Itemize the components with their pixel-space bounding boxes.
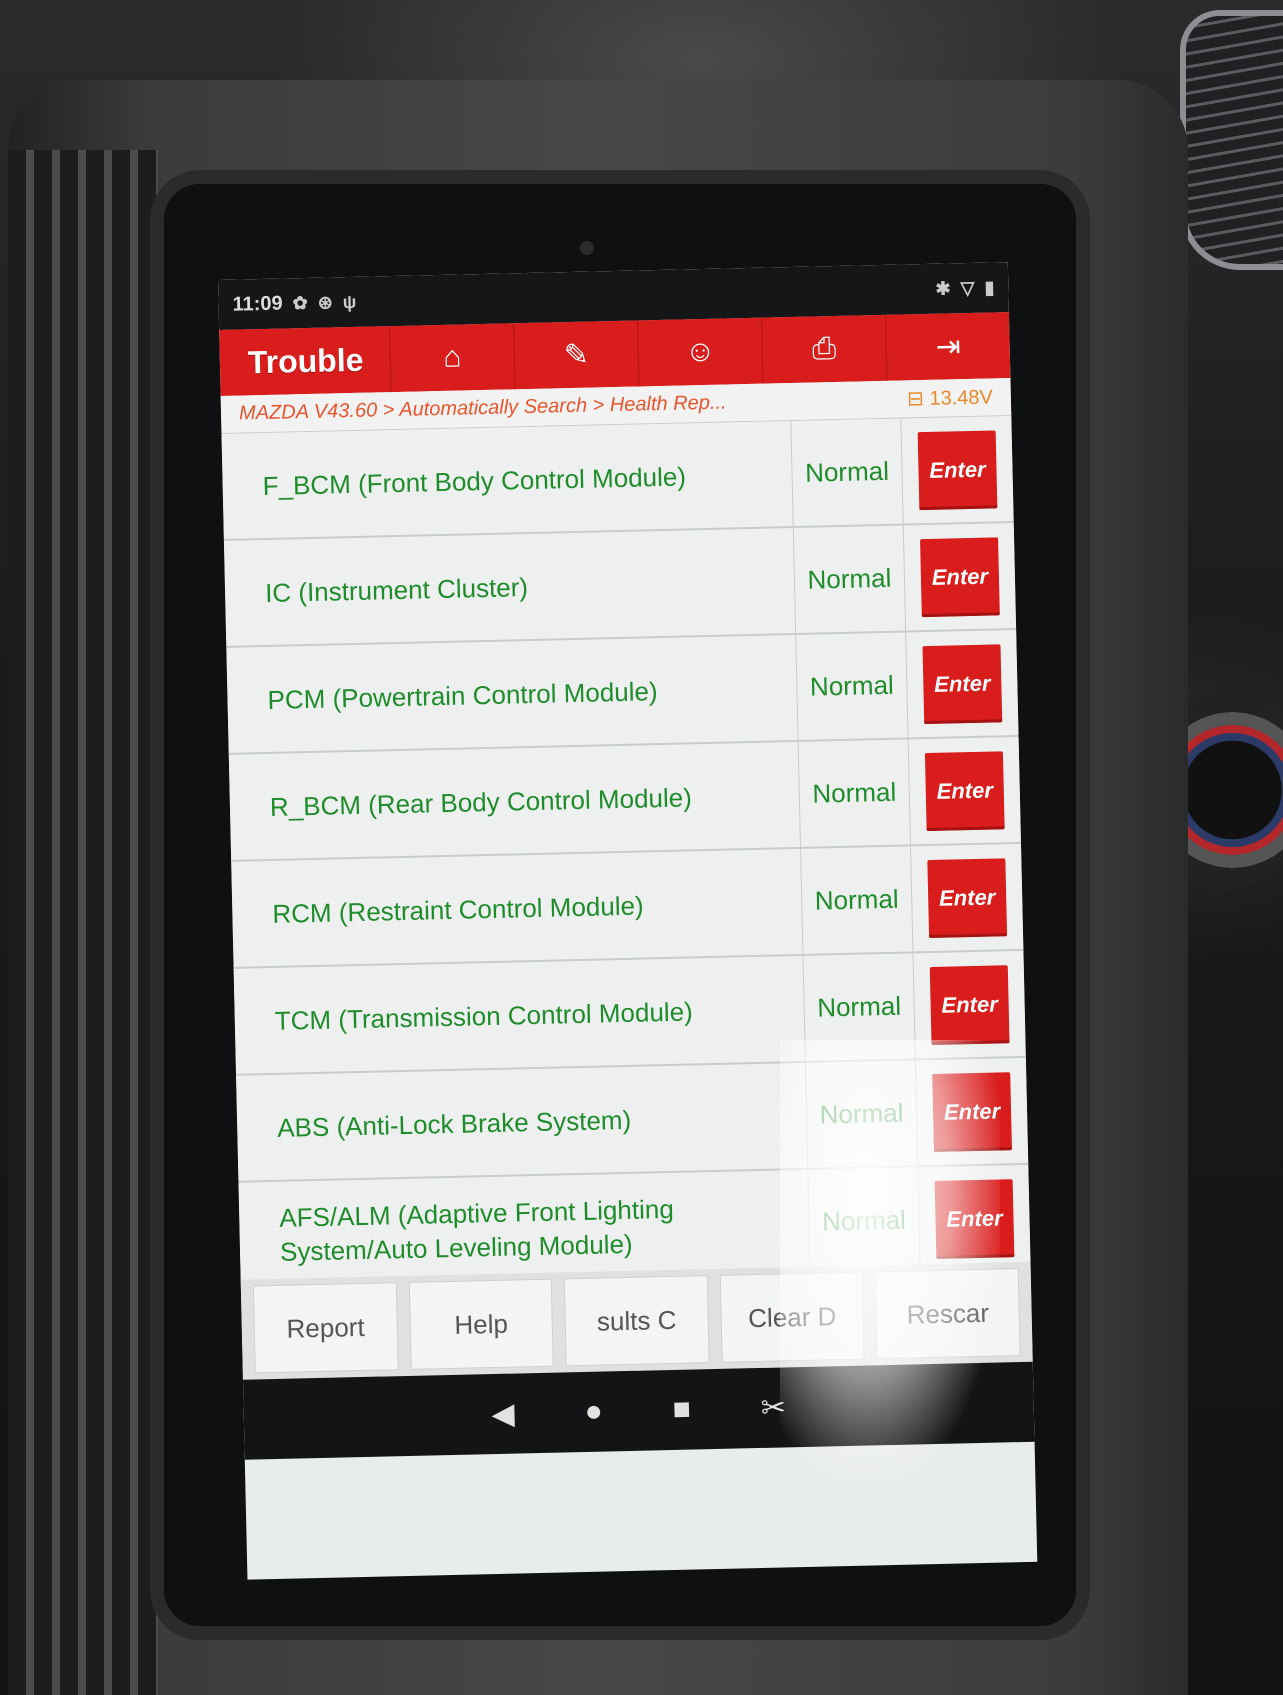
report-button[interactable]: Report xyxy=(252,1282,399,1374)
module-name: IC (Instrument Cluster) xyxy=(223,528,797,646)
printer-icon: ⎙ xyxy=(811,331,837,366)
print-button[interactable]: ⎙ xyxy=(760,314,887,384)
android-nav-bar: ◀ ● ■ ✂ xyxy=(242,1361,1035,1460)
enter-button[interactable]: Enter xyxy=(932,1071,1012,1152)
list-item: R_BCM (Rear Body Control Module) Normal … xyxy=(228,736,1022,862)
battery-icon: ▮ xyxy=(984,276,995,298)
edit-icon: ✎ xyxy=(563,338,590,372)
bottom-action-bar: Report Help sults C Clear D Rescar xyxy=(240,1261,1033,1380)
gear-icon: ✿ xyxy=(292,292,308,313)
enter-button[interactable]: Enter xyxy=(927,857,1008,938)
battery-voltage: ⊟ 13.48V xyxy=(907,384,993,411)
screenshot-icon[interactable]: ✂ xyxy=(760,1390,786,1426)
module-list: F_BCM (Front Body Control Module) Normal… xyxy=(221,416,1031,1290)
home-nav-icon[interactable]: ● xyxy=(584,1395,603,1429)
list-item: PCM (Powertrain Control Module) Normal E… xyxy=(226,629,1019,755)
module-status: Normal xyxy=(801,846,914,954)
wifi-icon: ▽ xyxy=(960,277,975,298)
module-name: RCM (Restraint Control Module) xyxy=(231,848,804,967)
module-name: TCM (Transmission Control Module) xyxy=(233,955,806,1074)
enter-button[interactable]: Enter xyxy=(920,536,1000,617)
voltage-value: 13.48V xyxy=(929,386,994,410)
exit-button[interactable]: ⇥ xyxy=(884,312,1011,381)
bluetooth-icon: ✱ xyxy=(935,277,951,299)
rescan-button[interactable]: Rescar xyxy=(875,1268,1021,1360)
module-status: Normal xyxy=(798,739,911,847)
module-status: Normal xyxy=(793,525,907,633)
module-status: Normal xyxy=(808,1167,921,1275)
enter-button[interactable]: Enter xyxy=(917,429,998,510)
page-title: Trouble xyxy=(247,341,364,380)
person-headset-icon: ☺ xyxy=(684,334,716,369)
module-name: R_BCM (Rear Body Control Module) xyxy=(228,741,802,860)
module-status: Normal xyxy=(796,632,909,740)
home-button[interactable]: ⌂ xyxy=(389,323,515,393)
recents-icon[interactable]: ■ xyxy=(672,1393,691,1427)
settings-badge-icon: ⊛ xyxy=(317,291,334,313)
help-button[interactable]: Help xyxy=(408,1278,554,1370)
module-name: ABS (Anti-Lock Brake System) xyxy=(236,1062,809,1181)
module-status: Normal xyxy=(791,418,904,527)
edit-button[interactable]: ✎ xyxy=(513,320,639,390)
list-item: ABS (Anti-Lock Brake System) Normal Ente… xyxy=(236,1057,1029,1183)
tablet-screen: 11:09 ✿ ⊛ ψ ✱ ▽ ▮ Trouble ⌂ ✎ ☺ ⎙ ⇥ MAZD… xyxy=(218,262,1038,1580)
module-status: Normal xyxy=(803,953,916,1061)
list-item: RCM (Restraint Control Module) Normal En… xyxy=(231,843,1024,969)
exit-icon: ⇥ xyxy=(935,329,962,364)
module-name: F_BCM (Front Body Control Module) xyxy=(221,421,794,539)
home-icon: ⌂ xyxy=(442,340,462,374)
car-battery-icon: ⊟ xyxy=(906,388,925,411)
clear-dtc-button[interactable]: Clear D xyxy=(719,1271,866,1363)
support-button[interactable]: ☺ xyxy=(637,317,763,387)
air-vent xyxy=(1180,10,1283,270)
enter-button[interactable]: Enter xyxy=(924,750,1005,831)
breadcrumb-path: MAZDA V43.60 > Automatically Search > He… xyxy=(238,391,727,425)
stethoscope-icon: ψ xyxy=(342,291,357,312)
enter-button[interactable]: Enter xyxy=(934,1178,1015,1259)
results-button[interactable]: sults C xyxy=(563,1275,710,1367)
enter-button[interactable]: Enter xyxy=(922,643,1003,724)
back-icon[interactable]: ◀ xyxy=(491,1396,515,1432)
list-item: IC (Instrument Cluster) Normal Enter xyxy=(223,523,1017,648)
front-camera xyxy=(580,241,594,255)
list-item: TCM (Transmission Control Module) Normal… xyxy=(233,950,1026,1076)
enter-button[interactable]: Enter xyxy=(929,964,1010,1045)
module-status: Normal xyxy=(805,1060,919,1168)
module-name: PCM (Powertrain Control Module) xyxy=(226,634,799,753)
list-item: F_BCM (Front Body Control Module) Normal… xyxy=(221,416,1014,541)
tablet-grip xyxy=(8,150,158,1695)
clock: 11:09 xyxy=(232,292,283,316)
